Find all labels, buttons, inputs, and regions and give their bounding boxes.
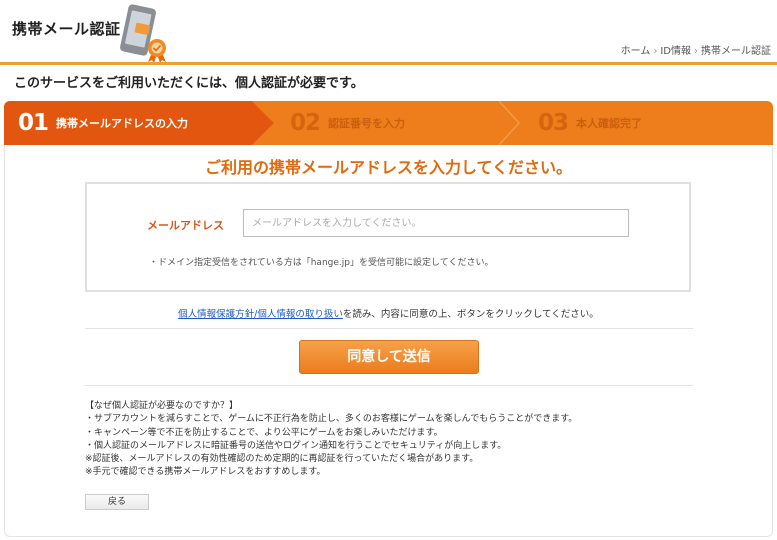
email-form-box: メールアドレス ・ドメイン指定受信をされている方は「hange.jp」を受信可能… (85, 182, 691, 292)
faq-line: ※手元で確認できる携帯メールアドレスをおすすめします。 (85, 467, 326, 478)
agreement-rest: を読み、内容に同意の上、ボタンをクリックしてください。 (342, 309, 599, 320)
mobile-phone-icon (120, 4, 166, 62)
faq-line: ・キャンペーン等で不正を防止することで、より公平にゲームをお楽しみいただけます。 (85, 427, 443, 438)
back-button[interactable]: 戻る (85, 494, 149, 510)
breadcrumb-current: 携帯メール認証 (701, 46, 771, 57)
breadcrumb-separator: › (694, 46, 698, 57)
step-1: 01 携帯メールアドレスの入力 (18, 101, 188, 145)
breadcrumb-separator: › (653, 46, 658, 57)
breadcrumb: ホーム › ID情報 › 携帯メール認証 (621, 42, 771, 57)
step-3-number: 03 (538, 110, 569, 136)
breadcrumb-id-info[interactable]: ID情報 (660, 46, 691, 57)
step-2: 02 認証番号を入力 (290, 101, 405, 145)
divider (85, 385, 693, 386)
email-label: メールアドレス (147, 219, 224, 232)
header-divider (0, 62, 777, 65)
page-title: 携帯メール認証 (12, 20, 121, 38)
faq-line: ※認証後、メールアドレスの有効性確認のため定期的に再認証を行っていただく場合があ… (85, 454, 479, 465)
faq-heading: 【なぜ個人認証が必要なのですか？】 (85, 401, 239, 411)
faq-line: ・サブアカウントを減らすことで、ゲームに不正行為を防止し、多くのお客様にゲームを… (85, 414, 578, 425)
step-1-number: 01 (18, 110, 49, 136)
privacy-policy-link[interactable]: 個人情報保護方針/個人情報の取り扱い (178, 309, 343, 320)
agreement-text: 個人情報保護方針/個人情報の取り扱いを読み、内容に同意の上、ボタンをクリックして… (5, 306, 772, 320)
step-2-number: 02 (290, 110, 321, 136)
breadcrumb-home[interactable]: ホーム (621, 46, 651, 57)
step-2-label: 認証番号を入力 (328, 117, 406, 130)
main-heading: ご利用の携帯メールアドレスを入力してください。 (204, 158, 573, 177)
email-field[interactable] (243, 209, 629, 237)
divider (85, 328, 693, 329)
faq-line: ・個人認証のメールアドレスに暗証番号の送信やログイン通知を行うことでセキュリティ… (85, 440, 507, 451)
step-3: 03 本人確認完了 (538, 101, 642, 145)
step-1-label: 携帯メールアドレスの入力 (56, 117, 189, 130)
domain-note: ・ドメイン指定受信をされている方は「hange.jp」を受信可能に設定してくださ… (149, 258, 494, 268)
main-panel: ご利用の携帯メールアドレスを入力してください。 メールアドレス ・ドメイン指定受… (4, 145, 773, 537)
step-progress-bar: 01 携帯メールアドレスの入力 02 認証番号を入力 03 本人確認完了 (4, 101, 773, 145)
intro-text: このサービスをご利用いただくには、個人認証が必要です。 (14, 76, 364, 91)
agree-submit-button[interactable]: 同意して送信 (299, 340, 479, 374)
faq-section: 【なぜ個人認証が必要なのですか？】 ・サブアカウントを減らすことで、ゲームに不正… (85, 400, 577, 480)
step-3-label: 本人確認完了 (576, 117, 643, 130)
page-header: 携帯メール認証 ホーム › ID情報 › 携帯メール認証 (0, 0, 777, 65)
